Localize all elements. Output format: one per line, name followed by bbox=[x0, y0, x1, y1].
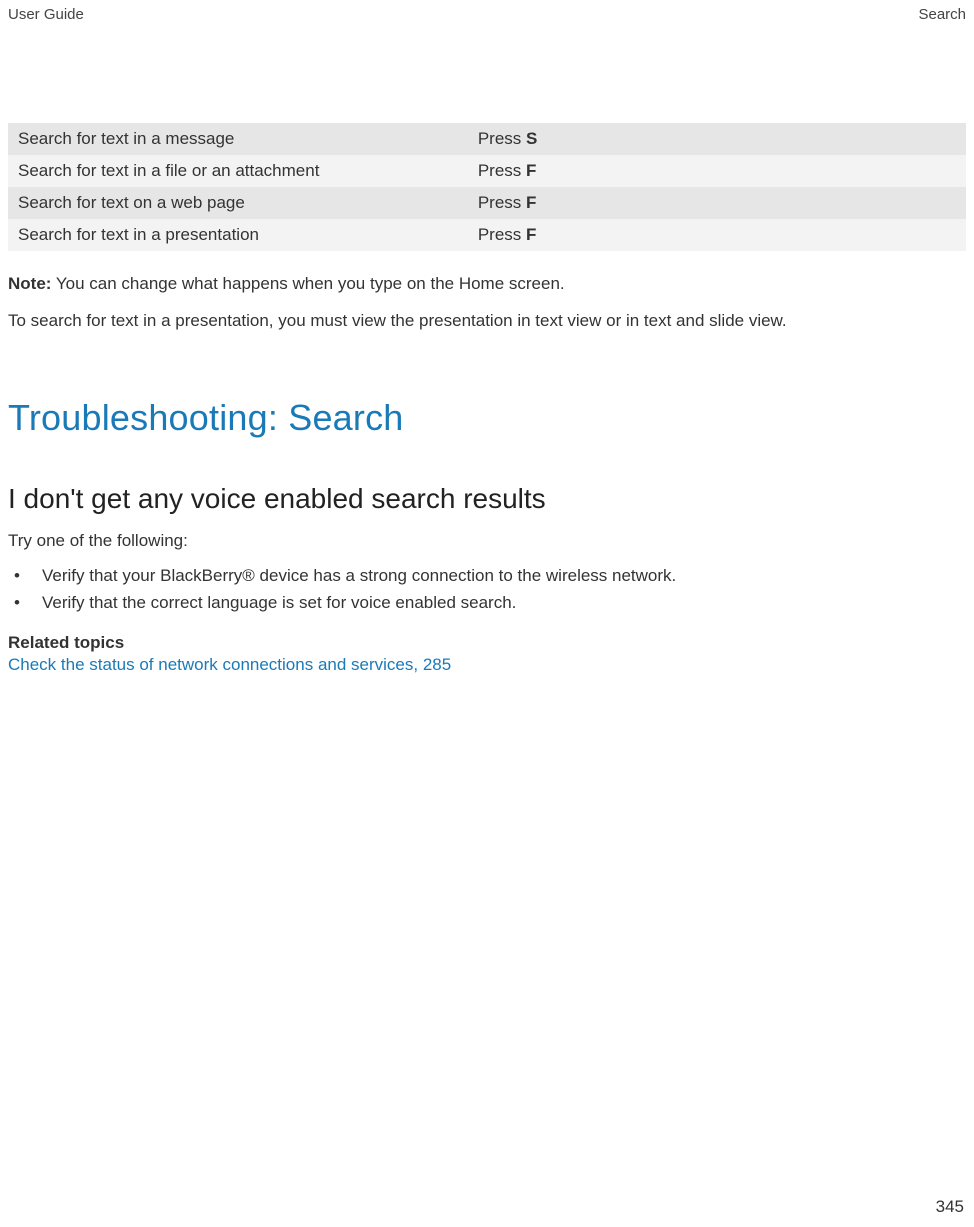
shortcut-action: Search for text in a message bbox=[8, 123, 468, 155]
press-prefix: Press bbox=[478, 161, 526, 180]
list-item: Verify that your BlackBerry® device has … bbox=[14, 565, 966, 588]
page-content: Search for text in a message Press S Sea… bbox=[0, 23, 974, 675]
press-key: F bbox=[526, 225, 536, 244]
press-prefix: Press bbox=[478, 225, 526, 244]
shortcut-action: Search for text in a file or an attachme… bbox=[8, 155, 468, 187]
bullet-list: Verify that your BlackBerry® device has … bbox=[8, 565, 966, 615]
press-key: S bbox=[526, 129, 537, 148]
page-number: 345 bbox=[936, 1197, 964, 1217]
related-topics-label: Related topics bbox=[8, 633, 966, 653]
shortcut-key-cell: Press F bbox=[468, 155, 966, 187]
table-row: Search for text on a web page Press F bbox=[8, 187, 966, 219]
shortcut-key-cell: Press F bbox=[468, 187, 966, 219]
shortcut-action: Search for text in a presentation bbox=[8, 219, 468, 251]
note-text: You can change what happens when you typ… bbox=[51, 274, 564, 293]
list-item-text: Verify that the correct language is set … bbox=[42, 592, 516, 615]
try-text: Try one of the following: bbox=[8, 531, 966, 551]
note-paragraph: Note: You can change what happens when y… bbox=[8, 273, 966, 296]
table-row: Search for text in a message Press S bbox=[8, 123, 966, 155]
press-key: F bbox=[526, 161, 536, 180]
section-heading: Troubleshooting: Search bbox=[8, 397, 966, 439]
list-item: Verify that the correct language is set … bbox=[14, 592, 966, 615]
header-right: Search bbox=[918, 6, 966, 23]
header-left: User Guide bbox=[8, 6, 84, 23]
press-prefix: Press bbox=[478, 193, 526, 212]
related-topics-link[interactable]: Check the status of network connections … bbox=[8, 655, 966, 675]
shortcut-key-cell: Press F bbox=[468, 219, 966, 251]
page-header: User Guide Search bbox=[0, 0, 974, 23]
list-item-text: Verify that your BlackBerry® device has … bbox=[42, 565, 676, 588]
shortcuts-table: Search for text in a message Press S Sea… bbox=[8, 123, 966, 251]
shortcut-key-cell: Press S bbox=[468, 123, 966, 155]
shortcut-action: Search for text on a web page bbox=[8, 187, 468, 219]
press-key: F bbox=[526, 193, 536, 212]
press-prefix: Press bbox=[478, 129, 526, 148]
table-row: Search for text in a presentation Press … bbox=[8, 219, 966, 251]
table-row: Search for text in a file or an attachme… bbox=[8, 155, 966, 187]
presentation-paragraph: To search for text in a presentation, yo… bbox=[8, 310, 966, 333]
note-label: Note: bbox=[8, 274, 51, 293]
subsection-heading: I don't get any voice enabled search res… bbox=[8, 483, 966, 515]
